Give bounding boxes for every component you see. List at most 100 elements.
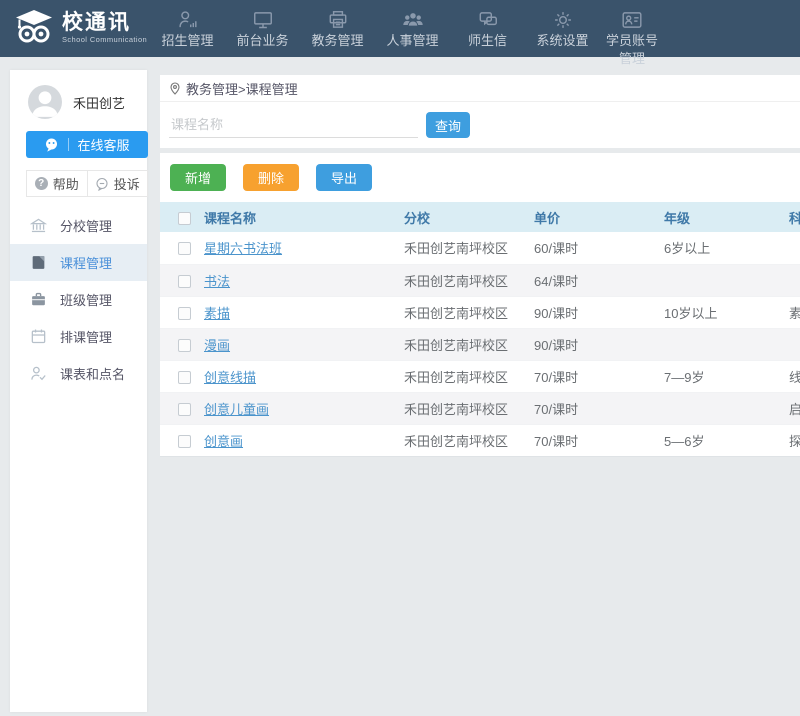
owl-graduation-icon: [13, 9, 55, 47]
nav-item-hr[interactable]: 人事管理: [375, 0, 450, 68]
row-checkbox[interactable]: [178, 371, 191, 384]
course-link[interactable]: 漫画: [204, 338, 230, 353]
course-link[interactable]: 星期六书法班: [204, 241, 282, 256]
delete-button[interactable]: 删除: [243, 164, 299, 191]
branch-cell: 禾田创艺南坪校区: [404, 360, 534, 392]
course-name-input[interactable]: [169, 112, 418, 138]
help-button[interactable]: ? 帮助: [26, 170, 88, 197]
nav-item-settings[interactable]: 系统设置: [525, 0, 600, 68]
sidebar-item-class-management[interactable]: 班级管理: [10, 281, 147, 318]
row-checkbox[interactable]: [178, 242, 191, 255]
sidebar-item-label: 分校管理: [60, 216, 112, 235]
branch-cell: 禾田创艺南坪校区: [404, 424, 534, 456]
location-pin-icon: [169, 82, 181, 95]
price-cell: 90/课时: [534, 296, 664, 328]
online-service-label: 在线客服: [77, 135, 129, 154]
query-button[interactable]: 查询: [426, 112, 470, 138]
row-checkbox[interactable]: [178, 307, 191, 320]
table-row: 创意儿童画 禾田创艺南坪校区 70/课时 启: [160, 392, 800, 424]
course-link[interactable]: 书法: [204, 274, 230, 289]
breadcrumb-text: 教务管理>课程管理: [186, 79, 298, 98]
course-link[interactable]: 创意线描: [204, 370, 256, 385]
table-row: 创意画 禾田创艺南坪校区 70/课时 5—6岁 探: [160, 424, 800, 456]
brand-tagline: School Communication: [62, 36, 147, 44]
nav-item-student-accounts[interactable]: 学员账号管理: [600, 0, 664, 68]
sidebar-item-label: 班级管理: [60, 290, 112, 309]
price-cell: 90/课时: [534, 328, 664, 360]
printer-icon: [300, 8, 375, 32]
table-row: 书法 禾田创艺南坪校区 64/课时: [160, 264, 800, 296]
question-circle-icon: ?: [35, 177, 48, 190]
sidebar-item-branch-management[interactable]: 分校管理: [10, 207, 147, 244]
nav-item-messages[interactable]: 师生信: [450, 0, 525, 68]
user-card: 禾田创艺: [10, 70, 147, 119]
sidebar-item-course-management[interactable]: 课程管理: [10, 244, 147, 281]
avatar: [28, 85, 62, 119]
price-cell: 60/课时: [534, 232, 664, 264]
help-label: 帮助: [53, 174, 79, 193]
nav-label: 学员账号管理: [606, 33, 658, 66]
nav-label: 系统设置: [536, 33, 588, 48]
search-row: 查询: [160, 102, 800, 138]
people-group-icon: [375, 8, 450, 32]
export-button[interactable]: 导出: [316, 164, 372, 191]
course-link[interactable]: 创意画: [204, 434, 243, 449]
col-header-course-name: 课程名称: [204, 202, 404, 232]
table-row: 创意线描 禾田创艺南坪校区 70/课时 7—9岁 线: [160, 360, 800, 392]
divider: [68, 138, 69, 151]
col-header-subject: 科: [789, 202, 800, 232]
grade-cell: [664, 264, 789, 296]
brand-logo[interactable]: 校通讯 School Communication: [0, 0, 148, 47]
sidebar-item-label: 课表和点名: [60, 364, 125, 383]
price-cell: 64/课时: [534, 264, 664, 296]
help-row: ? 帮助 投诉: [26, 170, 148, 197]
price-cell: 70/课时: [534, 424, 664, 456]
row-checkbox[interactable]: [178, 403, 191, 416]
nav-item-academic[interactable]: 教务管理: [300, 0, 375, 68]
col-header-grade: 年级: [664, 202, 789, 232]
calendar-icon: [30, 328, 47, 345]
sidebar: 禾田创艺 在线客服 ? 帮助 投诉: [10, 70, 147, 712]
course-link[interactable]: 创意儿童画: [204, 402, 269, 417]
sidebar-item-scheduling[interactable]: 排课管理: [10, 318, 147, 355]
online-service-button[interactable]: 在线客服: [26, 131, 148, 158]
course-table-panel: 新增 删除 导出 课程名称 分校 单价 年级 科 星期六书法班 禾田创艺南坪校区…: [160, 153, 800, 457]
nav-label: 前台业务: [236, 33, 288, 48]
sidebar-item-label: 课程管理: [60, 253, 112, 272]
course-link[interactable]: 素描: [204, 306, 230, 321]
monitor-icon: [225, 8, 300, 32]
subject-cell: [789, 232, 800, 264]
branch-cell: 禾田创艺南坪校区: [404, 328, 534, 360]
nav-item-front-desk[interactable]: 前台业务: [225, 0, 300, 68]
table-actions: 新增 删除 导出: [160, 153, 800, 202]
subject-cell: 探: [789, 424, 800, 456]
table-row: 星期六书法班 禾田创艺南坪校区 60/课时 6岁以上: [160, 232, 800, 264]
nav-label: 师生信: [468, 33, 507, 48]
complaint-label: 投诉: [114, 174, 140, 193]
row-checkbox[interactable]: [178, 339, 191, 352]
user-name: 禾田创艺: [73, 93, 125, 112]
grade-cell: [664, 392, 789, 424]
row-checkbox[interactable]: [178, 275, 191, 288]
branch-cell: 禾田创艺南坪校区: [404, 232, 534, 264]
sidebar-item-timetable-rollcall[interactable]: 课表和点名: [10, 355, 147, 392]
grade-cell: [664, 328, 789, 360]
grade-cell: 5—6岁: [664, 424, 789, 456]
subject-cell: 素: [789, 296, 800, 328]
nav-label: 人事管理: [386, 33, 438, 48]
complaint-button[interactable]: 投诉: [88, 170, 149, 197]
bank-icon: [30, 217, 47, 234]
course-table: 课程名称 分校 单价 年级 科 星期六书法班 禾田创艺南坪校区 60/课时 6岁…: [160, 202, 800, 457]
search-panel: 教务管理>课程管理 查询: [160, 75, 800, 148]
row-checkbox[interactable]: [178, 435, 191, 448]
add-button[interactable]: 新增: [170, 164, 226, 191]
nav-item-admissions[interactable]: 招生管理: [150, 0, 225, 68]
book-icon: [30, 254, 47, 271]
select-all-checkbox[interactable]: [178, 212, 191, 225]
branch-cell: 禾田创艺南坪校区: [404, 264, 534, 296]
chat-outline-icon: [95, 177, 109, 191]
brand-text: 校通讯 School Communication: [62, 12, 147, 44]
subject-cell: [789, 264, 800, 296]
price-cell: 70/课时: [534, 392, 664, 424]
branch-cell: 禾田创艺南坪校区: [404, 392, 534, 424]
